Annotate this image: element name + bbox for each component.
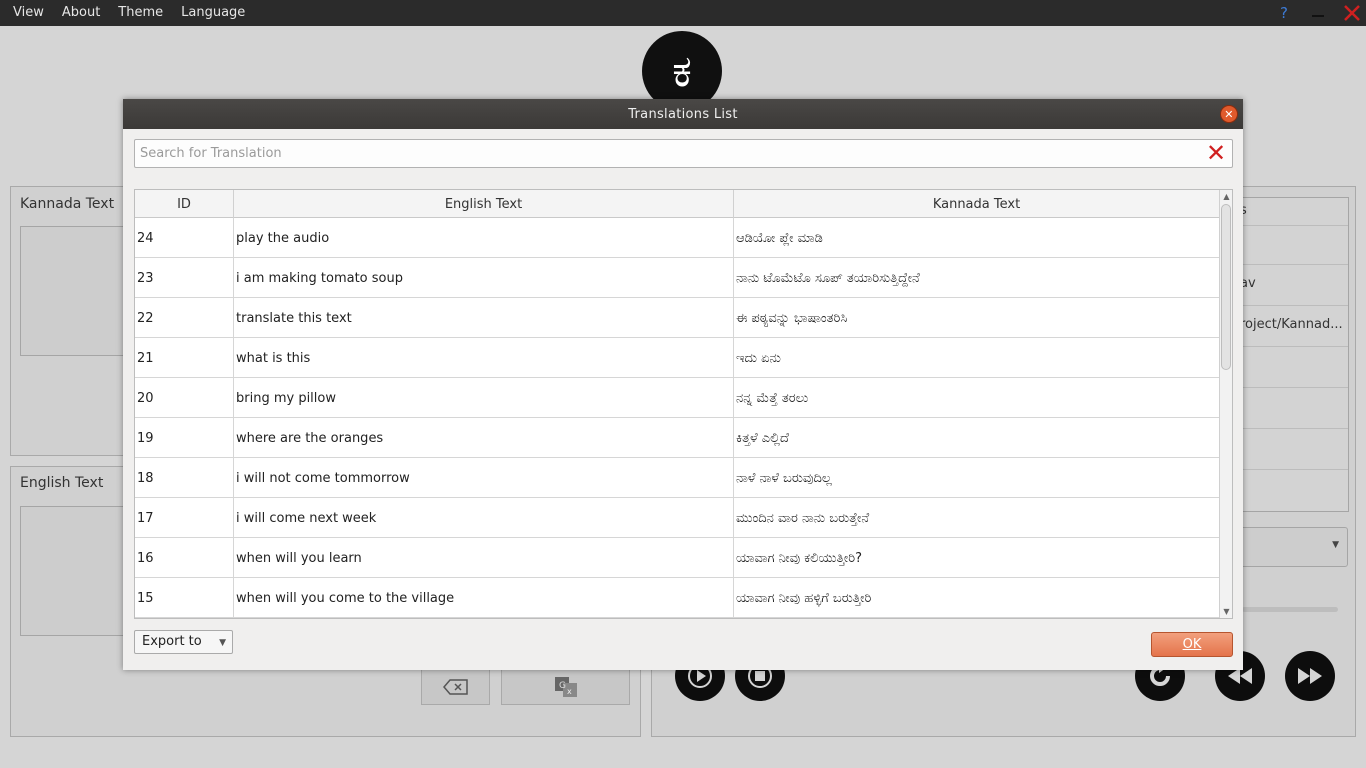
close-icon[interactable] [1340, 0, 1364, 26]
fast-forward-icon[interactable] [1285, 651, 1335, 701]
dialog-title: Translations List [628, 106, 738, 122]
table-row[interactable] [1238, 347, 1348, 388]
scrollbar-thumb[interactable] [1221, 204, 1231, 370]
english-text-area[interactable] [20, 506, 124, 636]
svg-text:x: x [567, 687, 572, 696]
cell-id: 24 [135, 218, 234, 258]
voice-select[interactable]: ▼ [1240, 527, 1348, 567]
cell-id: 17 [135, 498, 234, 538]
table-header: ID English Text Kannada Text [135, 190, 1220, 218]
cell-english: bring my pillow [234, 378, 734, 418]
volume-slider[interactable] [1242, 607, 1338, 612]
dialog-close-icon[interactable]: ✕ [1220, 105, 1238, 123]
minimize-icon[interactable] [1307, 0, 1329, 26]
cell-id: 21 [135, 338, 234, 378]
cell-english: i will not come tommorrow [234, 458, 734, 498]
table-row[interactable]: 15 when will you come to the village ಯಾವ… [135, 578, 1220, 618]
column-header-kannada[interactable]: Kannada Text [734, 190, 1220, 218]
cell-kannada: ನಾನು ಟೊಮೆಟೊ ಸೂಪ್ ತಯಾರಿಸುತ್ತಿದ್ದೇನೆ [734, 258, 1220, 298]
clear-search-icon[interactable]: ✕ [1205, 141, 1227, 165]
menubar: View About Theme Language [0, 0, 1366, 26]
table-row[interactable]: av [1238, 265, 1348, 306]
scroll-up-icon[interactable]: ▲ [1221, 191, 1232, 202]
cell-english: when will you learn [234, 538, 734, 578]
cell-english: i will come next week [234, 498, 734, 538]
cell-id: 15 [135, 578, 234, 618]
chevron-down-icon: ▼ [219, 638, 226, 648]
cell-id: 22 [135, 298, 234, 338]
table-row[interactable] [1238, 429, 1348, 470]
table-row[interactable]: roject/Kannad... [1238, 306, 1348, 347]
english-text-label: English Text [20, 475, 104, 491]
table-row[interactable]: 16 when will you learn ಯಾವಾಗ ನೀವು ಕಲಿಯುತ… [135, 538, 1220, 578]
question-mark-icon[interactable]: ? [1274, 0, 1294, 26]
cell-kannada: ಕಿತ್ತಳೆ ಎಲ್ಲಿದೆ [734, 418, 1220, 458]
search-input[interactable] [138, 143, 1198, 164]
cell-id: 18 [135, 458, 234, 498]
table-row[interactable]: 17 i will come next week ಮುಂದಿನ ವಾರ ನಾನು… [135, 498, 1220, 538]
cell-english: when will you come to the village [234, 578, 734, 618]
cell-kannada: ನನ್ನ ಮೆತ್ತೆ ತರಲು [734, 378, 1220, 418]
cell-kannada: ಇದು ಏನು [734, 338, 1220, 378]
table-row[interactable] [1238, 226, 1348, 265]
clear-text-button[interactable] [421, 669, 490, 705]
cell-english: play the audio [234, 218, 734, 258]
vertical-scrollbar[interactable]: ▲ ▼ [1219, 190, 1232, 618]
menu-theme[interactable]: Theme [109, 2, 172, 24]
cell-kannada: ಯಾವಾಗ ನೀವು ಕಲಿಯುತ್ತೀರಿ? [734, 538, 1220, 578]
cell-kannada: ಈ ಪಠ್ಯವನ್ನು ಭಾಷಾಂತರಿಸಿ [734, 298, 1220, 338]
menu-language[interactable]: Language [172, 2, 254, 24]
table-body: 24 play the audio ಆಡಿಯೋ ಪ್ಲೇ ಮಾಡಿ 23 i a… [135, 218, 1220, 618]
scroll-down-icon[interactable]: ▼ [1221, 606, 1232, 617]
cell-id: 23 [135, 258, 234, 298]
cell-english: i am making tomato soup [234, 258, 734, 298]
column-header-english[interactable]: English Text [234, 190, 734, 218]
kannada-text-area[interactable] [20, 226, 124, 356]
cell-kannada: ನಾಳೆ ನಾಳೆ ಬರುವುದಿಲ್ಲ [734, 458, 1220, 498]
backspace-icon [442, 679, 468, 695]
menu-about[interactable]: About [53, 2, 109, 24]
translations-dialog: Translations List ✕ ✕ ID English Text Ka… [123, 99, 1243, 670]
translate-icon: Gx [554, 677, 577, 697]
table-row[interactable]: 18 i will not come tommorrow ನಾಳೆ ನಾಳೆ ಬ… [135, 458, 1220, 498]
translate-button[interactable]: Gx [501, 669, 630, 705]
table-row[interactable]: 21 what is this ಇದು ಏನು [135, 338, 1220, 378]
chevron-down-icon: ▼ [1332, 540, 1339, 550]
translations-table: ID English Text Kannada Text 24 play the… [134, 189, 1233, 619]
kannada-text-label: Kannada Text [20, 196, 115, 212]
table-row[interactable]: 22 translate this text ಈ ಪಠ್ಯವನ್ನು ಭಾಷಾಂ… [135, 298, 1220, 338]
dialog-titlebar[interactable]: Translations List ✕ [123, 99, 1243, 129]
table-row[interactable]: 19 where are the oranges ಕಿತ್ತಳೆ ಎಲ್ಲಿದೆ [135, 418, 1220, 458]
export-dropdown[interactable]: Export to ▼ [134, 630, 233, 654]
cell-kannada: ಮುಂದಿನ ವಾರ ನಾನು ಬರುತ್ತೇನೆ [734, 498, 1220, 538]
cell-id: 16 [135, 538, 234, 578]
cell-kannada: ಯಾವಾಗ ನೀವು ಹಳ್ಳಿಗೆ ಬರುತ್ತೀರಿ [734, 578, 1220, 618]
cell-kannada: ಆಡಿಯೋ ಪ್ಲೇ ಮಾಡಿ [734, 218, 1220, 258]
column-header-id[interactable]: ID [135, 190, 234, 218]
table-row[interactable]: 20 bring my pillow ನನ್ನ ಮೆತ್ತೆ ತರಲು [135, 378, 1220, 418]
ok-button[interactable]: OK [1151, 632, 1233, 657]
export-label: Export to [142, 634, 202, 649]
search-field[interactable]: ✕ [134, 139, 1233, 168]
svg-text:G: G [559, 681, 566, 691]
cell-id: 19 [135, 418, 234, 458]
table-row[interactable]: 24 play the audio ಆಡಿಯೋ ಪ್ಲೇ ಮಾಡಿ [135, 218, 1220, 258]
cell-id: 20 [135, 378, 234, 418]
cell-english: translate this text [234, 298, 734, 338]
table-row[interactable] [1238, 388, 1348, 429]
cell-english: where are the oranges [234, 418, 734, 458]
menu-view[interactable]: View [0, 2, 53, 24]
table-header-fragment: s [1238, 200, 1348, 226]
cell-english: what is this [234, 338, 734, 378]
table-row[interactable]: 23 i am making tomato soup ನಾನು ಟೊಮೆಟೊ ಸ… [135, 258, 1220, 298]
